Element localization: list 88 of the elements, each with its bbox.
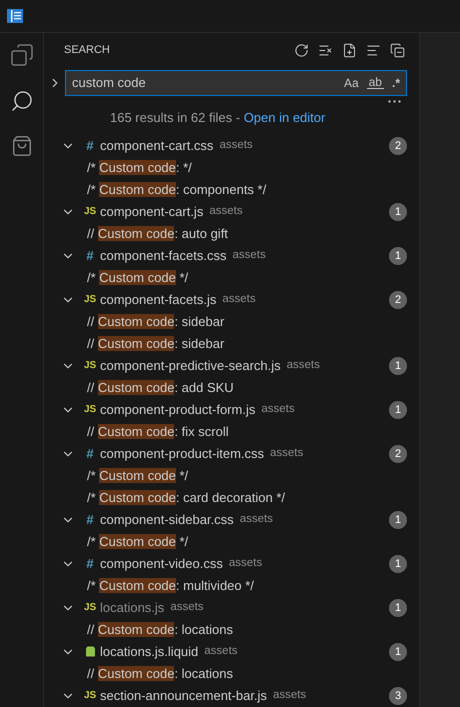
open-in-editor-link[interactable]: Open in editor xyxy=(244,108,326,128)
match-count-badge: 2 xyxy=(389,290,407,309)
match-line[interactable]: // Custom code: sidebar xyxy=(87,312,224,332)
file-name: locations.js.liquid xyxy=(100,643,198,662)
match-whole-word-toggle[interactable]: ab xyxy=(366,76,384,90)
folder-path: assets xyxy=(222,292,257,308)
file-name: component-sidebar.css xyxy=(100,511,234,530)
hash-icon: # xyxy=(84,557,96,570)
folder-path: assets xyxy=(219,138,254,154)
match-line[interactable]: // Custom code: add SKU xyxy=(87,378,234,398)
file-tree-item[interactable]: # component-video.css assets 1 xyxy=(44,552,419,575)
folder-path: assets xyxy=(228,556,264,572)
refresh-icon[interactable] xyxy=(294,42,309,58)
file-tree-item[interactable]: JS component-predictive-search.js assets 1 xyxy=(44,354,419,377)
match-line[interactable]: // Custom code: locations xyxy=(87,664,233,684)
folder-path: assets xyxy=(261,402,296,418)
file-tree-item[interactable]: locations.js.liquid assets 1 xyxy=(44,640,419,663)
match-count-badge: 1 xyxy=(389,356,407,375)
file-name: component-cart.js xyxy=(100,203,204,222)
match-line[interactable]: // Custom code: locations xyxy=(87,620,233,640)
results-summary: 165 results in 62 files - xyxy=(110,108,242,127)
clear-results-icon[interactable] xyxy=(318,42,333,58)
folder-path: assets xyxy=(272,688,308,704)
file-name: component-predictive-search.js xyxy=(100,357,281,376)
file-name: component-cart.css xyxy=(100,137,214,156)
js-icon: JS xyxy=(84,206,96,217)
match-count-badge: 1 xyxy=(389,400,407,419)
match-count-badge: 1 xyxy=(389,246,407,265)
list-view-icon[interactable] xyxy=(366,42,381,58)
collapse-all-icon[interactable] xyxy=(390,42,405,58)
shopping-bag-icon xyxy=(84,645,96,658)
file-name: component-product-form.js xyxy=(100,401,256,420)
match-count-badge: 1 xyxy=(389,554,407,573)
js-icon: JS xyxy=(84,602,96,613)
folder-path: assets xyxy=(232,248,267,264)
js-icon: JS xyxy=(84,690,96,701)
match-line[interactable]: /* Custom code: components */ xyxy=(87,180,266,200)
file-tree-item[interactable]: # component-cart.css assets 2 xyxy=(44,134,419,157)
regex-toggle[interactable]: .* xyxy=(390,76,402,89)
folder-path: assets xyxy=(270,446,304,462)
match-line[interactable]: /* Custom code: multivideo */ xyxy=(87,576,254,596)
match-count-badge: 1 xyxy=(389,598,407,617)
file-name: component-product-item.css xyxy=(100,445,264,464)
file-tree-item[interactable]: # component-facets.css assets 1 xyxy=(44,244,419,267)
match-count-badge: 3 xyxy=(389,686,407,705)
hash-icon: # xyxy=(84,447,96,460)
new-file-icon[interactable] xyxy=(342,42,357,58)
js-icon: JS xyxy=(84,360,96,371)
match-count-badge: 1 xyxy=(389,510,407,529)
file-tree-item[interactable]: JS component-facets.js assets 2 xyxy=(44,288,419,311)
js-icon: JS xyxy=(84,404,96,415)
file-tree-item[interactable]: JS component-product-form.js assets 1 xyxy=(44,398,419,421)
hash-icon: # xyxy=(84,139,96,152)
file-name: locations.js xyxy=(100,599,164,618)
match-count-badge: 1 xyxy=(389,642,407,661)
match-line[interactable]: // Custom code: auto gift xyxy=(87,224,228,244)
match-count-badge: 2 xyxy=(389,444,407,463)
folder-path: assets xyxy=(170,600,205,616)
folder-path: assets xyxy=(286,358,321,374)
folder-path: assets xyxy=(209,204,244,220)
file-name: component-facets.css xyxy=(100,247,226,266)
js-icon: JS xyxy=(84,294,96,305)
file-tree-item[interactable]: # component-sidebar.css assets 1 xyxy=(44,508,419,531)
file-tree-item[interactable]: JS section-announcement-bar.js assets 3 xyxy=(44,684,419,707)
file-name: component-video.css xyxy=(100,555,223,574)
app-logo-icon xyxy=(7,9,23,23)
explorer-icon[interactable] xyxy=(10,43,34,67)
file-tree-item[interactable]: # component-product-item.css assets 2 xyxy=(44,442,419,465)
shopping-bag-icon[interactable] xyxy=(10,135,32,157)
panel-title: SEARCH xyxy=(64,43,111,58)
hash-icon: # xyxy=(84,249,96,262)
match-count-badge: 1 xyxy=(389,202,407,221)
match-line[interactable]: // Custom code: fix scroll xyxy=(87,422,229,442)
match-count-badge: 2 xyxy=(389,136,407,155)
file-name: component-facets.js xyxy=(100,291,216,310)
search-icon[interactable] xyxy=(10,89,34,113)
more-icon[interactable] xyxy=(388,100,401,104)
hash-icon: # xyxy=(84,513,96,526)
search-query: custom code xyxy=(72,74,147,92)
match-line[interactable]: // Custom code: sidebar xyxy=(87,334,224,354)
folder-path: assets xyxy=(204,644,239,660)
match-case-toggle[interactable]: Aa xyxy=(342,76,361,89)
file-tree-item[interactable]: JS locations.js assets 1 xyxy=(44,596,419,619)
search-field[interactable]: custom code Aa ab .* xyxy=(65,70,407,96)
folder-path: assets xyxy=(240,512,274,528)
file-name: section-announcement-bar.js xyxy=(100,687,267,706)
file-tree-item[interactable]: JS component-cart.js assets 1 xyxy=(44,200,419,223)
match-line[interactable]: /* Custom code: card decoration */ xyxy=(87,488,286,508)
